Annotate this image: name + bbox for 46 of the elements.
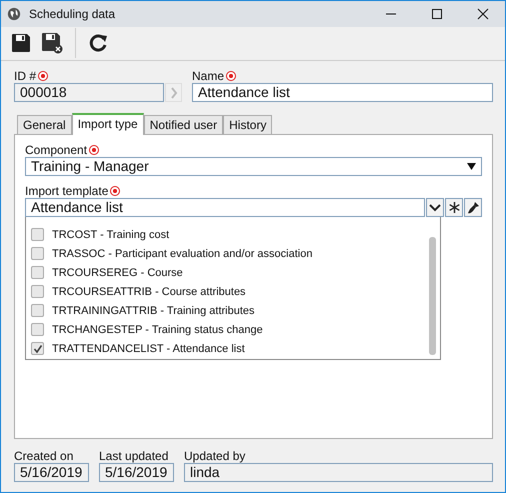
checkbox[interactable] — [31, 323, 44, 336]
scrollbar-thumb[interactable] — [429, 237, 436, 355]
field-label: Import template — [25, 184, 108, 198]
tab[interactable]: History — [223, 115, 272, 134]
field-label: Last updated — [99, 449, 170, 463]
refresh-icon[interactable] — [88, 33, 108, 54]
close-icon[interactable] — [477, 8, 489, 20]
tab[interactable]: General — [17, 115, 72, 134]
floppy-disk-cancel-icon[interactable] — [41, 32, 63, 54]
checkbox[interactable] — [31, 304, 44, 317]
list-option[interactable]: TRCOURSEATTRIB - Course attributes — [31, 282, 428, 301]
checkbox[interactable] — [31, 342, 44, 355]
field-label: Created on — [14, 449, 74, 463]
maximize-icon[interactable] — [431, 8, 443, 20]
component-dropdown[interactable]: Training - Manager — [25, 157, 482, 176]
readonly-field: 5/16/2019 — [14, 463, 89, 482]
dropdown-arrow-icon — [467, 163, 476, 170]
field-label: Name — [192, 68, 224, 82]
asterisk-button[interactable] — [445, 198, 463, 217]
asterisk-icon — [448, 202, 460, 213]
name-field[interactable]: Attendance list — [192, 83, 493, 102]
checkbox[interactable] — [31, 247, 44, 260]
tab[interactable]: Notified user — [144, 115, 224, 134]
import-template-field[interactable]: Attendance list — [25, 198, 425, 217]
tab[interactable]: Import type — [72, 113, 144, 135]
list-option[interactable]: TRCOST - Training cost — [31, 225, 428, 244]
readonly-field: 5/16/2019 — [99, 463, 174, 482]
field-label: Component — [25, 142, 88, 156]
dropdown-button[interactable] — [426, 198, 444, 217]
id-field[interactable]: 000018 — [14, 83, 164, 102]
chevron-down-icon — [429, 204, 441, 212]
list-option[interactable]: TRCOURSEREG - Course — [31, 263, 428, 282]
checkbox[interactable] — [31, 228, 44, 241]
list-option[interactable]: TRTRAININGATTRIB - Training attributes — [31, 301, 428, 320]
brush-icon — [466, 201, 480, 214]
field-label: Updated by — [184, 449, 246, 463]
checkbox[interactable] — [31, 285, 44, 298]
field-label: ID # — [14, 68, 36, 82]
checkbox[interactable] — [31, 266, 44, 279]
brush-button[interactable] — [464, 198, 482, 217]
readonly-field: linda — [184, 463, 493, 482]
list-option[interactable]: TRATTENDANCELIST - Attendance list — [31, 339, 428, 358]
list-option[interactable]: TRCHANGESTEP - Training status change — [31, 320, 428, 339]
window-title: Scheduling data — [29, 6, 116, 21]
chevron-right-icon — [170, 86, 178, 98]
list-option[interactable]: TRASSOC - Participant evaluation and/or association — [31, 244, 428, 263]
